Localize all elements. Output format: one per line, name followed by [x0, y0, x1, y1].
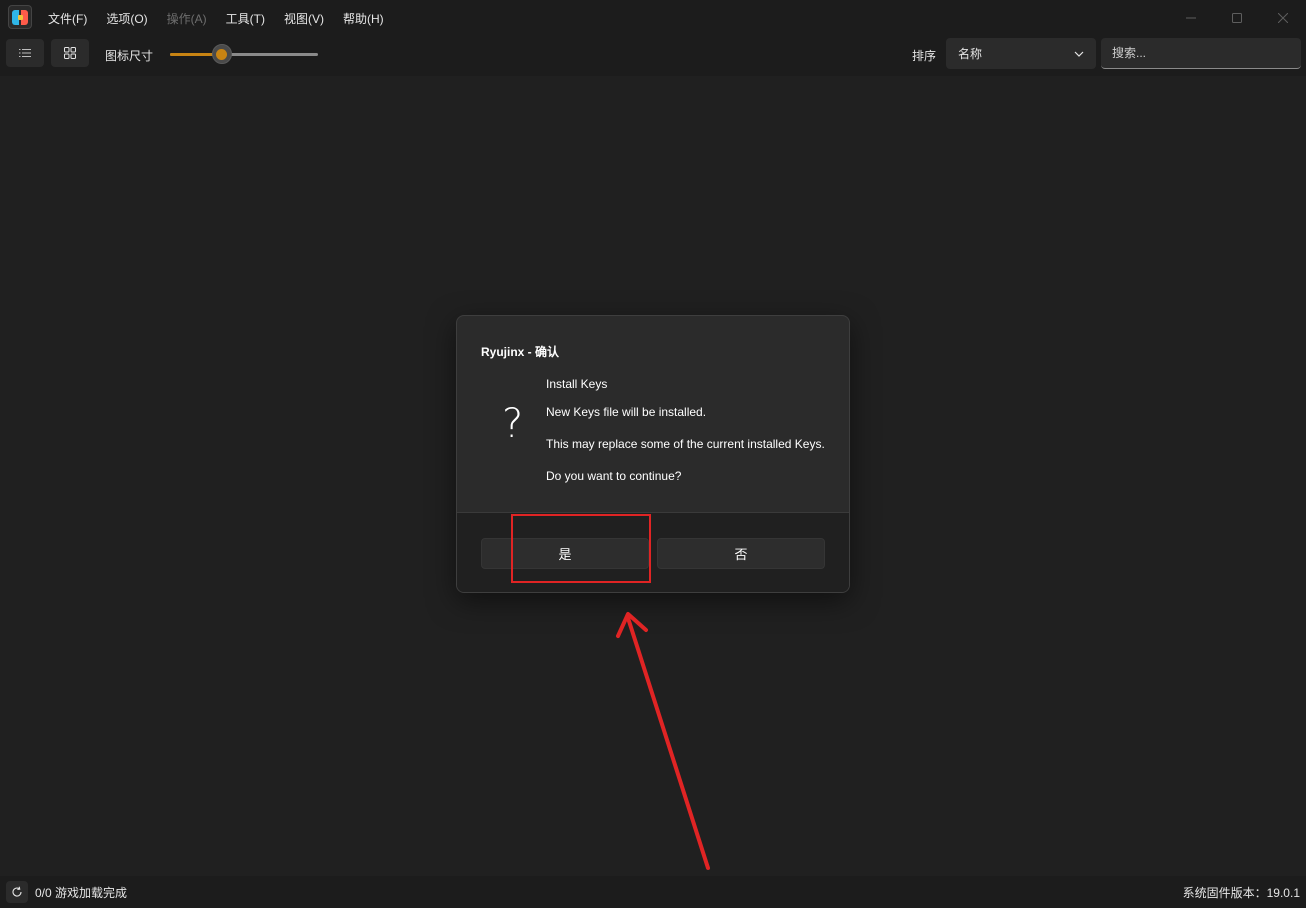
refresh-button[interactable] — [6, 881, 28, 903]
menu-options[interactable]: 选项(O) — [106, 10, 147, 27]
sort-dropdown[interactable]: 名称 — [946, 38, 1096, 69]
toolbar: 图标尺寸 排序 名称 — [0, 36, 1306, 76]
menu-items: 文件(F) 选项(O) 操作(A) 工具(T) 视图(V) 帮助(H) — [48, 0, 403, 36]
list-icon — [19, 49, 31, 57]
menu-view[interactable]: 视图(V) — [284, 10, 324, 27]
dialog-message-line-1: New Keys file will be installed. — [546, 405, 707, 419]
firmware-version: 系统固件版本：19.0.1 — [1182, 886, 1300, 900]
grid-icon — [64, 47, 76, 59]
sort-label: 排序 — [912, 49, 937, 63]
menu-actions[interactable]: 操作(A) — [167, 10, 207, 27]
icon-size-slider[interactable] — [170, 44, 318, 64]
slider-thumb[interactable] — [211, 44, 232, 64]
menu-tools[interactable]: 工具(T) — [226, 10, 265, 27]
dialog-heading: Install Keys — [546, 377, 608, 391]
games-loaded-status: 0/0 游戏加载完成 — [35, 886, 128, 900]
no-button[interactable]: 否 — [657, 538, 825, 569]
annotation-highlight-box — [511, 514, 651, 583]
maximize-icon — [1232, 13, 1242, 23]
refresh-icon — [12, 886, 22, 897]
dialog-message-line-3: Do you want to continue? — [546, 469, 682, 483]
question-icon: ? — [502, 401, 524, 447]
app-window: 文件(F) 选项(O) 操作(A) 工具(T) 视图(V) 帮助(H) 图标尺寸… — [0, 0, 1306, 908]
close-icon — [1278, 13, 1288, 23]
minimize-icon — [1186, 17, 1196, 19]
icon-size-label: 图标尺寸 — [105, 49, 154, 63]
search-input[interactable] — [1101, 38, 1301, 69]
dialog-title: Ryujinx - 确认 — [481, 345, 560, 359]
menu-file[interactable]: 文件(F) — [48, 10, 87, 27]
minimize-button[interactable] — [1168, 0, 1214, 36]
close-button[interactable] — [1260, 0, 1306, 36]
grid-view-button[interactable] — [51, 39, 89, 67]
maximize-button[interactable] — [1214, 0, 1260, 36]
dialog-message-line-2: This may replace some of the current ins… — [546, 437, 825, 451]
ryujinx-logo-icon — [8, 5, 32, 29]
menu-bar: 文件(F) 选项(O) 操作(A) 工具(T) 视图(V) 帮助(H) — [0, 0, 1306, 36]
annotation-arrow — [616, 612, 710, 870]
sort-value: 名称 — [958, 47, 983, 61]
status-bar: 0/0 游戏加载完成 系统固件版本：19.0.1 — [0, 876, 1306, 908]
window-controls — [1168, 0, 1306, 36]
chevron-down-icon — [1074, 51, 1084, 57]
menu-help[interactable]: 帮助(H) — [343, 10, 384, 27]
list-view-button[interactable] — [6, 39, 44, 67]
